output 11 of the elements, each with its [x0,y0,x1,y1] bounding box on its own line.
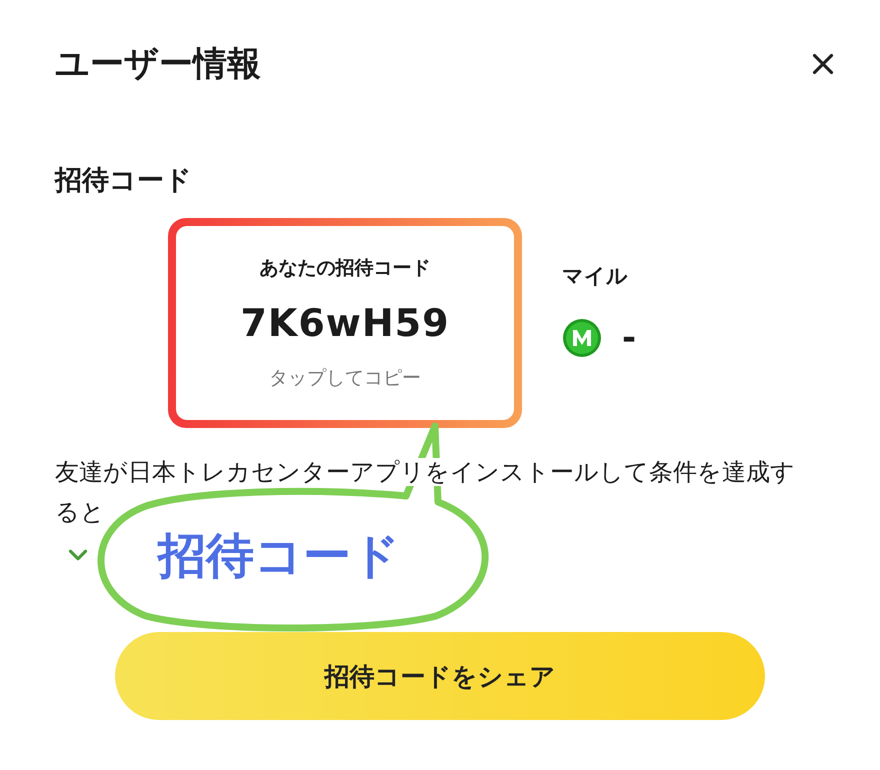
section-title: 招待コード [55,164,193,198]
invite-code-card[interactable]: あなたの招待コード 7K6wH59 タップしてコピー [168,218,522,428]
mile-coin-icon [562,318,602,358]
miles-label: マイル [562,263,629,290]
copy-hint: タップしてコピー [269,366,421,391]
miles-value: - [622,318,636,358]
invite-code: 7K6wH59 [240,301,450,345]
card-label: あなたの招待コード [260,256,430,281]
dialog-title: ユーザー情報 [55,43,261,86]
share-button[interactable]: 招待コードをシェア [115,632,765,720]
callout-text: 招待コード [158,527,400,586]
